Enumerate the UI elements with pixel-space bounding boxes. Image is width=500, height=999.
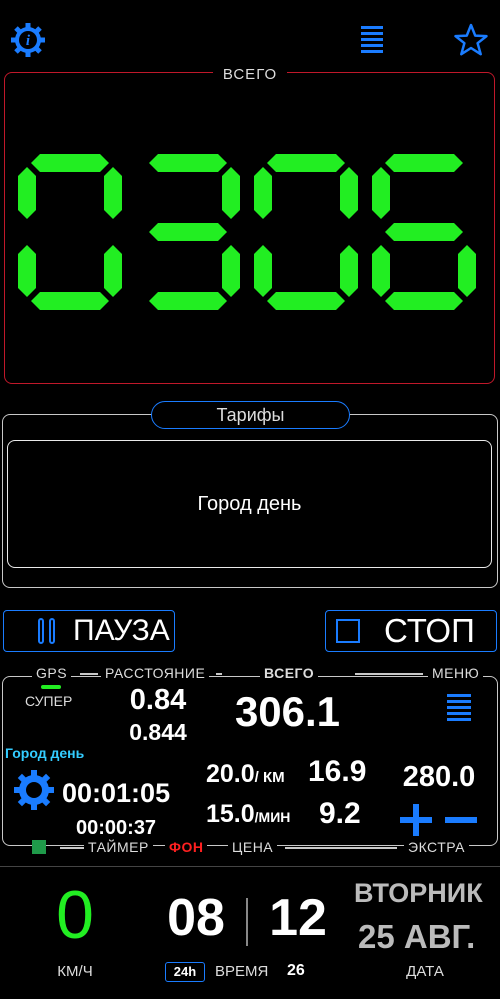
tariff-name: Город день xyxy=(197,492,302,515)
speed-value: 0 xyxy=(56,877,94,953)
segment-2-e xyxy=(254,245,272,297)
segment-2-b xyxy=(340,167,358,219)
stop-button[interactable]: СТОП xyxy=(325,610,497,652)
segment-0-f xyxy=(18,167,36,219)
stop-icon xyxy=(336,619,360,643)
distance-label: РАССТОЯНИЕ xyxy=(101,665,210,681)
price-label: ЦЕНА xyxy=(228,839,278,855)
background-label[interactable]: ФОН xyxy=(165,839,208,855)
clock-seconds: 26 xyxy=(287,962,305,979)
gps-label: GPS xyxy=(32,665,72,681)
pause-icon xyxy=(38,618,55,644)
segment-2-a xyxy=(267,154,345,172)
info-gear-icon[interactable]: i xyxy=(10,22,46,58)
clock-divider xyxy=(246,898,248,946)
stop-label: СТОП xyxy=(384,612,475,649)
segment-2-f xyxy=(254,167,272,219)
segment-1-d xyxy=(149,292,227,310)
time-format-badge[interactable]: 24h xyxy=(165,962,205,982)
distance-main: 0.84 xyxy=(129,684,187,716)
segment-3-a xyxy=(385,154,463,172)
segment-0-a xyxy=(31,154,109,172)
segment-3-d xyxy=(385,292,463,310)
date-label: ДАТА xyxy=(406,963,444,980)
timer-main: 00:01:05 xyxy=(62,778,171,808)
speed-unit: КМ/Ч xyxy=(57,963,93,980)
segment-2-c xyxy=(340,245,358,297)
clock-minutes: 12 xyxy=(269,889,327,947)
settings-gear-icon[interactable] xyxy=(12,768,56,812)
pause-button[interactable]: ПАУЗА xyxy=(3,610,175,652)
pause-label: ПАУЗА xyxy=(73,614,170,647)
segment-0-b xyxy=(104,167,122,219)
star-icon[interactable] xyxy=(453,22,489,58)
rate-min-unit: /МИН xyxy=(254,809,291,825)
panel-menu-icon[interactable] xyxy=(444,692,474,724)
tariff-selector[interactable]: Город день xyxy=(7,440,492,568)
rate-min: 15.0/МИН xyxy=(206,800,290,829)
rate-km-sum: 16.9 xyxy=(308,755,367,788)
rate-min-sum: 9.2 xyxy=(319,797,361,830)
rate-km: 20.0/ КМ xyxy=(206,760,285,789)
time-label: ВРЕМЯ xyxy=(215,963,269,980)
segment-3-f xyxy=(372,167,390,219)
total-label: ВСЕГО xyxy=(0,66,500,83)
distance-sub: 0.844 xyxy=(129,719,187,745)
rate-min-value: 15.0 xyxy=(206,800,255,828)
timer-label: ТАЙМЕР xyxy=(84,839,153,855)
segment-1-g xyxy=(149,223,227,241)
timer-sub: 00:00:37 xyxy=(76,817,157,839)
plus-button[interactable] xyxy=(398,802,434,838)
status-bar-divider xyxy=(0,866,500,867)
background-checkbox[interactable] xyxy=(32,840,46,854)
gps-quality: СУПЕР xyxy=(25,693,73,709)
segment-1-b xyxy=(222,167,240,219)
date: 25 АВГ. xyxy=(358,918,476,955)
segment-3-e xyxy=(372,245,390,297)
gps-signal-bar xyxy=(41,685,61,689)
segment-3-c xyxy=(458,245,476,297)
current-tariff-name: Город день xyxy=(5,745,85,761)
total-sum-value: 306.1 xyxy=(234,688,341,735)
clock-hours: 08 xyxy=(167,889,225,947)
rate-km-unit: / КМ xyxy=(254,769,285,786)
list-menu-icon[interactable] xyxy=(358,24,386,56)
segment-0-d xyxy=(31,292,109,310)
minus-button[interactable] xyxy=(443,802,479,838)
tariffs-title: Тарифы xyxy=(151,401,350,429)
segment-0-c xyxy=(104,245,122,297)
segment-0-e xyxy=(18,245,36,297)
extra-label: ЭКСТРА xyxy=(404,839,469,855)
rate-km-value: 20.0 xyxy=(206,760,255,788)
total-sum-label: ВСЕГО xyxy=(260,665,319,681)
segment-1-a xyxy=(149,154,227,172)
menu-label: МЕНЮ xyxy=(428,665,484,681)
segment-2-d xyxy=(267,292,345,310)
total-fare-display xyxy=(14,150,486,314)
weekday: ВТОРНИК xyxy=(354,878,483,908)
extra-value: 280.0 xyxy=(402,761,476,793)
segment-3-g xyxy=(385,223,463,241)
segment-1-c xyxy=(222,245,240,297)
